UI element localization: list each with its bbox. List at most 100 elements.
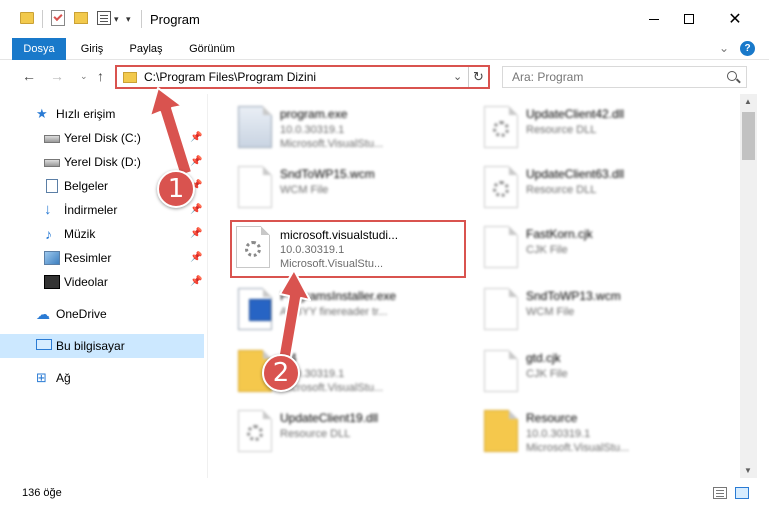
file-detail: Resource DLL bbox=[280, 428, 351, 440]
close-icon: ✕ bbox=[728, 11, 742, 28]
chevron-down-icon[interactable]: ▾ bbox=[114, 14, 119, 25]
customize-toolbar-icon[interactable]: ▾ bbox=[126, 14, 131, 25]
forward-button[interactable]: → bbox=[50, 68, 64, 84]
dll-file-icon bbox=[484, 106, 518, 148]
file-item[interactable]: SndToWP13.wcm WCM File bbox=[476, 282, 716, 340]
file-item[interactable]: UpdateClient19.dll Resource DLL bbox=[230, 404, 470, 462]
item-count: 136 öğe bbox=[22, 487, 62, 499]
search-input[interactable]: Ara: Program bbox=[502, 66, 747, 88]
file-item[interactable]: gtd.cjk CJK File bbox=[476, 344, 716, 402]
file-detail: Resource DLL bbox=[526, 124, 597, 136]
view-properties-icon[interactable] bbox=[97, 11, 111, 25]
expand-ribbon-icon[interactable]: ⌄ bbox=[719, 41, 729, 55]
tab-home[interactable]: Giriş bbox=[72, 38, 112, 60]
generic-file-icon bbox=[238, 166, 272, 208]
folder-icon bbox=[123, 72, 137, 83]
sidebar-item-pictures[interactable]: Resimler 📌 bbox=[0, 246, 204, 270]
file-detail: 10.0.30319.1 bbox=[526, 428, 591, 440]
scroll-up-icon[interactable]: ▲ bbox=[744, 97, 752, 106]
file-name: SndToWP13.wcm bbox=[526, 289, 621, 303]
folder-icon bbox=[20, 12, 34, 24]
tab-share[interactable]: Paylaş bbox=[122, 38, 170, 60]
sidebar-item-label: İndirmeler bbox=[64, 203, 118, 217]
sidebar-item-label: OneDrive bbox=[56, 307, 107, 321]
back-button[interactable]: ← bbox=[22, 68, 36, 84]
file-item[interactable]: FastKorn.cjk CJK File bbox=[476, 220, 716, 278]
sidebar-item-label: Ağ bbox=[56, 371, 71, 385]
file-name: Resource bbox=[526, 411, 578, 425]
sidebar-item-label: Resimler bbox=[64, 251, 112, 265]
scroll-thumb[interactable] bbox=[742, 112, 755, 160]
sidebar-item-network[interactable]: ⊞ Ağ bbox=[0, 366, 204, 390]
close-button[interactable]: ✕ bbox=[712, 0, 758, 38]
file-item[interactable]: UpdateClient63.dll Resource DLL bbox=[476, 160, 716, 218]
tab-view[interactable]: Görünüm bbox=[182, 38, 242, 60]
details-view-icon[interactable] bbox=[713, 487, 727, 499]
sidebar-item-label: Belgeler bbox=[64, 179, 109, 193]
file-item[interactable]: SndToWP15.wcm WCM File bbox=[230, 160, 470, 218]
maximize-button[interactable] bbox=[666, 0, 712, 38]
search-icon[interactable] bbox=[727, 71, 737, 81]
file-detail: 10.0.30319.1 bbox=[280, 244, 345, 256]
scroll-down-icon[interactable]: ▼ bbox=[744, 466, 752, 475]
videos-icon bbox=[44, 275, 60, 289]
callout-badge-1: 1 bbox=[157, 170, 195, 208]
music-icon: ♪ bbox=[45, 226, 52, 242]
up-button[interactable]: ↑ bbox=[97, 68, 104, 84]
file-name: SndToWP15.wcm bbox=[280, 167, 375, 181]
folder-icon bbox=[484, 410, 518, 452]
file-detail: Resource DLL bbox=[526, 184, 597, 196]
sidebar-item-videos[interactable]: Videolar 📌 bbox=[0, 270, 204, 294]
navigation-bar: ← → ⌄ ↑ C:\Program Files\Program Dizini … bbox=[0, 60, 769, 94]
file-detail: WCM File bbox=[280, 184, 329, 196]
vertical-scrollbar[interactable]: ▲ ▼ bbox=[740, 94, 757, 478]
dll-file-icon bbox=[238, 410, 272, 452]
generic-file-icon bbox=[484, 288, 518, 330]
ribbon-tabs: Dosya Giriş Paylaş Görünüm ⌄ ? bbox=[0, 38, 769, 60]
drive-icon bbox=[44, 135, 60, 143]
dll-file-icon bbox=[484, 166, 518, 208]
callout-badge-2: 2 bbox=[262, 354, 300, 392]
file-detail: WCM File bbox=[526, 306, 575, 318]
file-item[interactable]: Resource 10.0.30319.1 Microsoft.VisualSt… bbox=[476, 404, 716, 462]
documents-icon bbox=[46, 179, 58, 193]
pc-icon bbox=[36, 339, 52, 350]
minimize-icon bbox=[649, 18, 659, 20]
sidebar-item-label: Hızlı erişim bbox=[56, 107, 116, 121]
generic-file-icon bbox=[484, 226, 518, 268]
sidebar-item-label: Yerel Disk (C:) bbox=[64, 131, 141, 145]
address-dropdown-icon[interactable]: ⌄ bbox=[453, 70, 462, 83]
file-name: microsoft.visualstudi... bbox=[280, 228, 399, 242]
properties-check-icon[interactable] bbox=[51, 10, 65, 26]
pin-icon: 📌 bbox=[190, 252, 203, 263]
new-folder-icon[interactable] bbox=[74, 12, 88, 24]
sidebar-item-music[interactable]: ♪ Müzik 📌 bbox=[0, 222, 204, 246]
refresh-icon[interactable]: ↻ bbox=[473, 69, 484, 85]
file-name: UpdateClient19.dll bbox=[280, 411, 379, 425]
dll-file-icon bbox=[236, 226, 270, 268]
file-name: UpdateClient63.dll bbox=[526, 167, 625, 181]
status-bar: 136 öğe bbox=[0, 478, 769, 522]
address-divider bbox=[468, 67, 469, 87]
file-item[interactable]: program.exe 10.0.30319.1 Microsoft.Visua… bbox=[230, 100, 470, 158]
file-detail: 10.0.30319.1 bbox=[280, 124, 345, 136]
pin-icon: 📌 bbox=[190, 204, 203, 215]
exe-file-icon bbox=[238, 106, 272, 148]
pin-icon: 📌 bbox=[190, 276, 203, 287]
recent-locations-icon[interactable]: ⌄ bbox=[80, 71, 88, 82]
sidebar-item-label: Bu bilgisayar bbox=[56, 339, 125, 353]
search-placeholder: Ara: Program bbox=[512, 70, 584, 84]
file-item[interactable]: UpdateClient42.dll Resource DLL bbox=[476, 100, 716, 158]
arrow-shape bbox=[149, 87, 193, 177]
tiles-view-icon[interactable] bbox=[735, 487, 749, 499]
sidebar-item-label: Müzik bbox=[64, 227, 96, 241]
title-bar: ▾ ▾ Program ✕ bbox=[0, 0, 769, 38]
sidebar-item-this-pc[interactable]: Bu bilgisayar bbox=[0, 334, 204, 358]
sidebar-item-onedrive[interactable]: ☁ OneDrive bbox=[0, 302, 204, 326]
file-name: gtd.cjk bbox=[526, 351, 561, 365]
cloud-icon: ☁ bbox=[36, 306, 50, 322]
tab-file[interactable]: Dosya bbox=[12, 38, 66, 60]
help-icon[interactable]: ? bbox=[740, 41, 755, 56]
file-name: FastKorn.cjk bbox=[526, 227, 593, 241]
window-title: Program bbox=[150, 12, 200, 27]
